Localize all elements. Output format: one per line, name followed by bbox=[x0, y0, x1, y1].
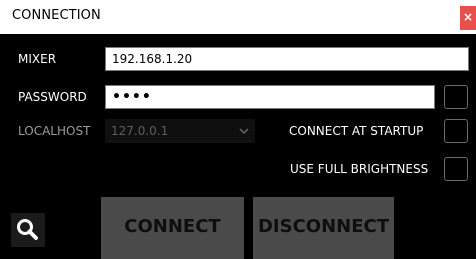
close-icon: × bbox=[462, 10, 474, 24]
password-label: PASSWORD bbox=[18, 90, 87, 104]
chevron-down-icon bbox=[239, 128, 249, 135]
localhost-label: LOCALHOST bbox=[18, 124, 91, 138]
disconnect-button[interactable]: DISCONNECT bbox=[253, 197, 394, 259]
show-password-checkbox[interactable] bbox=[444, 85, 468, 109]
mixer-label: MIXER bbox=[18, 52, 57, 66]
mixer-input[interactable]: 192.168.1.20 bbox=[105, 47, 469, 71]
localhost-select[interactable]: 127.0.0.1 bbox=[105, 119, 255, 143]
connect-at-startup-checkbox[interactable] bbox=[444, 119, 468, 143]
connect-button[interactable]: CONNECT bbox=[101, 197, 244, 259]
connection-window: CONNECTION × MIXER 192.168.1.20 PASSWORD… bbox=[0, 0, 476, 259]
use-full-brightness-checkbox[interactable] bbox=[444, 157, 468, 181]
search-icon bbox=[17, 219, 38, 240]
localhost-value: 127.0.0.1 bbox=[111, 124, 169, 138]
search-button[interactable] bbox=[11, 213, 45, 247]
use-full-brightness-label: USE FULL BRIGHTNESS bbox=[290, 162, 429, 176]
close-button[interactable]: × bbox=[460, 6, 476, 30]
connect-at-startup-label: CONNECT AT STARTUP bbox=[289, 124, 424, 138]
window-title: CONNECTION bbox=[12, 8, 101, 23]
password-input[interactable]: •••• bbox=[105, 85, 435, 109]
title-bar: CONNECTION × bbox=[0, 0, 476, 34]
